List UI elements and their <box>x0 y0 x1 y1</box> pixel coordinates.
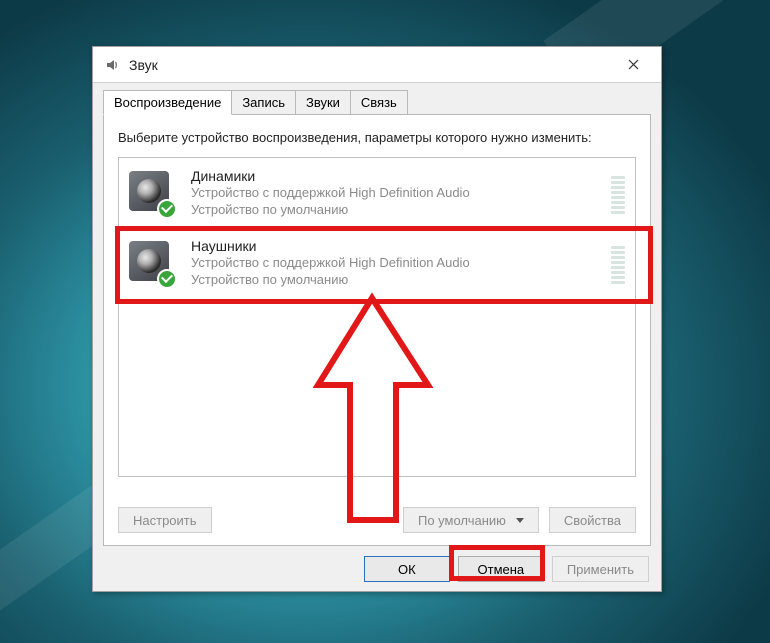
device-text: Динамики Устройство с поддержкой High De… <box>191 167 603 219</box>
playback-panel: Выберите устройство воспроизведения, пар… <box>103 114 651 546</box>
button-label: Свойства <box>564 513 621 528</box>
button-label: Настроить <box>133 513 197 528</box>
default-check-icon <box>157 269 177 289</box>
tab-communications[interactable]: Связь <box>350 90 408 115</box>
tab-sounds[interactable]: Звуки <box>295 90 351 115</box>
device-status: Устройство по умолчанию <box>191 202 603 219</box>
panel-button-row: Настроить По умолчанию Свойства <box>118 507 636 533</box>
tab-label: Звуки <box>306 95 340 110</box>
button-label: По умолчанию <box>418 513 506 528</box>
sound-dialog: Звук Воспроизведение Запись Звуки Связь … <box>92 46 662 592</box>
device-item-headphones[interactable]: Наушники Устройство с поддержкой High De… <box>119 228 635 298</box>
dialog-button-row: ОК Отмена Применить <box>93 556 661 594</box>
tab-label: Запись <box>242 95 285 110</box>
button-label: Отмена <box>478 562 525 577</box>
device-description: Устройство с поддержкой High Definition … <box>191 185 603 202</box>
default-check-icon <box>157 199 177 219</box>
properties-button[interactable]: Свойства <box>549 507 636 533</box>
device-description: Устройство с поддержкой High Definition … <box>191 255 603 272</box>
tab-label: Связь <box>361 95 397 110</box>
device-status: Устройство по умолчанию <box>191 272 603 289</box>
sound-icon <box>103 56 121 74</box>
tab-playback[interactable]: Воспроизведение <box>103 90 232 115</box>
window-title: Звук <box>129 57 611 73</box>
device-name: Динамики <box>191 167 603 185</box>
button-label: Применить <box>567 562 634 577</box>
apply-button[interactable]: Применить <box>552 556 649 582</box>
tab-label: Воспроизведение <box>114 95 221 110</box>
titlebar: Звук <box>93 47 661 83</box>
level-meter <box>611 242 625 284</box>
device-item-speakers[interactable]: Динамики Устройство с поддержкой High De… <box>119 158 635 228</box>
device-text: Наушники Устройство с поддержкой High De… <box>191 237 603 289</box>
tabstrip: Воспроизведение Запись Звуки Связь <box>93 83 661 114</box>
button-label: ОК <box>398 562 416 577</box>
device-name: Наушники <box>191 237 603 255</box>
tab-recording[interactable]: Запись <box>231 90 296 115</box>
speaker-icon <box>129 171 173 215</box>
set-default-button[interactable]: По умолчанию <box>403 507 539 533</box>
level-meter <box>611 172 625 214</box>
cancel-button[interactable]: Отмена <box>458 556 544 582</box>
speaker-icon <box>129 241 173 285</box>
configure-button[interactable]: Настроить <box>118 507 212 533</box>
instruction-text: Выберите устройство воспроизведения, пар… <box>118 129 636 147</box>
close-button[interactable] <box>611 51 655 79</box>
device-list[interactable]: Динамики Устройство с поддержкой High De… <box>118 157 636 477</box>
ok-button[interactable]: ОК <box>364 556 450 582</box>
